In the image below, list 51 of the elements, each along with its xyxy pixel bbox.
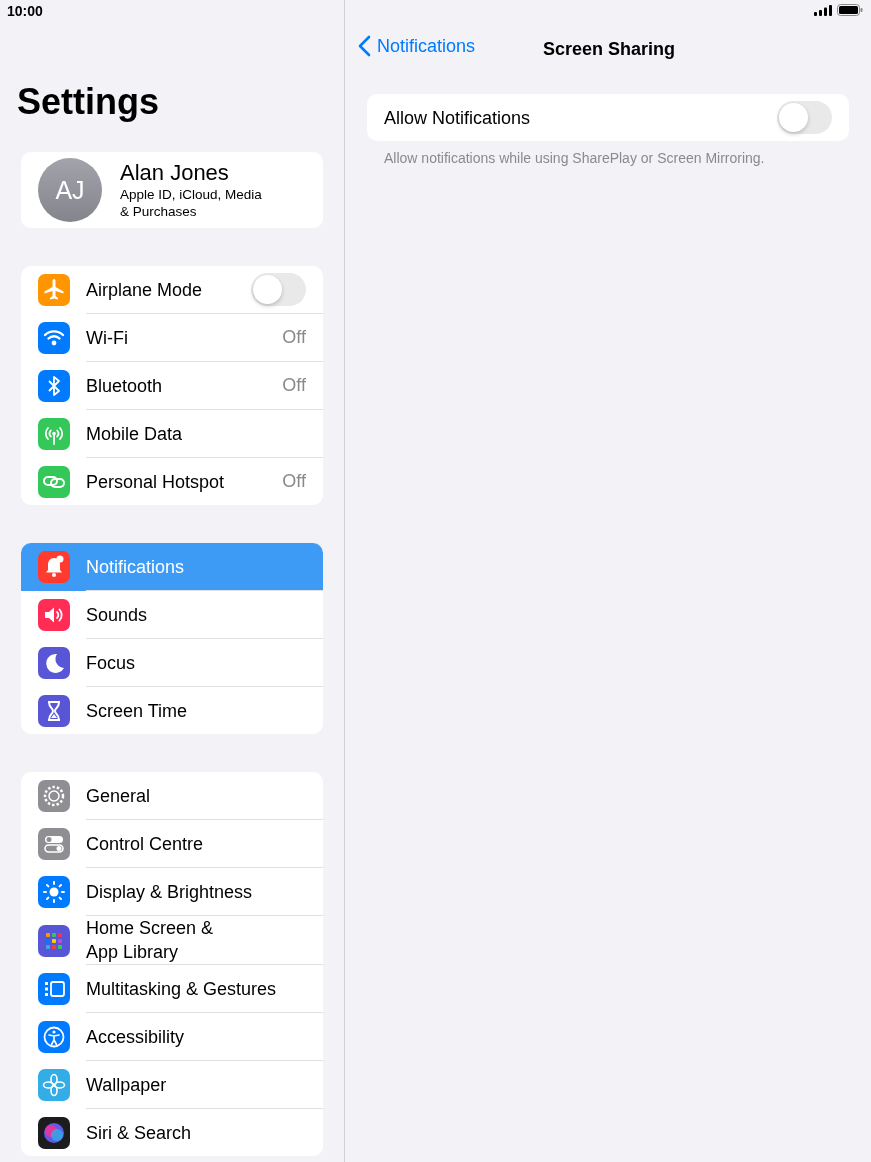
row-label: Bluetooth bbox=[86, 374, 164, 398]
settings-row[interactable]: Personal Hotspot Off bbox=[21, 458, 323, 505]
page-title: Settings bbox=[17, 82, 160, 122]
settings-row[interactable]: Bluetooth Off bbox=[21, 362, 323, 410]
settings-row[interactable]: Mobile Data bbox=[21, 410, 323, 458]
back-button[interactable]: Notifications bbox=[358, 35, 476, 57]
row-value: Off bbox=[282, 327, 306, 348]
chevron-left-icon bbox=[358, 35, 371, 57]
footnote: Allow notifications while using SharePlay or Screen Mirroring. bbox=[384, 150, 766, 166]
status-time: 10:00 bbox=[7, 3, 43, 19]
toggle-switch[interactable] bbox=[777, 101, 832, 134]
row-value: Off bbox=[282, 375, 306, 396]
signal-icon bbox=[814, 4, 832, 16]
row-label: Sounds bbox=[86, 603, 149, 627]
row-label: Accessibility bbox=[86, 1025, 186, 1049]
row-label: Home Screen & App Library bbox=[86, 917, 215, 964]
row-label: General bbox=[86, 784, 152, 808]
battery-icon bbox=[837, 4, 863, 16]
row-label: Display & Brightness bbox=[86, 880, 254, 904]
row-label: Wi-Fi bbox=[86, 326, 129, 350]
row-label: Personal Hotspot bbox=[86, 470, 226, 494]
row-label: Siri & Search bbox=[86, 1121, 193, 1145]
nav-title: Screen Sharing bbox=[542, 38, 675, 60]
settings-row[interactable]: Focus bbox=[21, 639, 323, 687]
setting-label: Allow Notifications bbox=[384, 106, 531, 130]
settings-row[interactable]: Accessibility bbox=[21, 1013, 323, 1061]
row-label: Control Centre bbox=[86, 832, 205, 856]
settings-row[interactable]: Wallpaper bbox=[21, 1061, 323, 1109]
toggle-switch[interactable] bbox=[251, 273, 306, 306]
settings-row[interactable]: Sounds bbox=[21, 591, 323, 639]
settings-row[interactable]: Control Centre bbox=[21, 820, 323, 868]
row-label: Wallpaper bbox=[86, 1073, 168, 1097]
profile-subtitle: Apple ID, iCloud, Media & Purchases bbox=[120, 186, 262, 220]
row-label: Screen Time bbox=[86, 699, 189, 723]
row-label: Airplane Mode bbox=[86, 278, 204, 302]
settings-row[interactable]: Home Screen & App Library bbox=[21, 916, 323, 965]
settings-row[interactable]: Wi-Fi Off bbox=[21, 314, 323, 362]
avatar: AJ bbox=[38, 158, 102, 222]
row-label: Multitasking & Gestures bbox=[86, 977, 278, 1001]
row-label: Notifications bbox=[86, 555, 186, 579]
profile-name: Alan Jones bbox=[120, 160, 230, 186]
row-label: Focus bbox=[86, 651, 137, 675]
row-label: Mobile Data bbox=[86, 422, 184, 446]
settings-row[interactable]: Multitasking & Gestures bbox=[21, 965, 323, 1013]
settings-row[interactable]: Siri & Search bbox=[21, 1109, 323, 1156]
settings-row[interactable]: Display & Brightness bbox=[21, 868, 323, 916]
row-value: Off bbox=[282, 471, 306, 492]
settings-row[interactable]: Screen Time bbox=[21, 687, 323, 734]
profile-card[interactable]: AJ Alan Jones Apple ID, iCloud, Media & Purchases bbox=[21, 152, 323, 228]
settings-row[interactable]: Airplane Mode bbox=[21, 266, 323, 314]
settings-row[interactable]: General bbox=[21, 772, 323, 820]
